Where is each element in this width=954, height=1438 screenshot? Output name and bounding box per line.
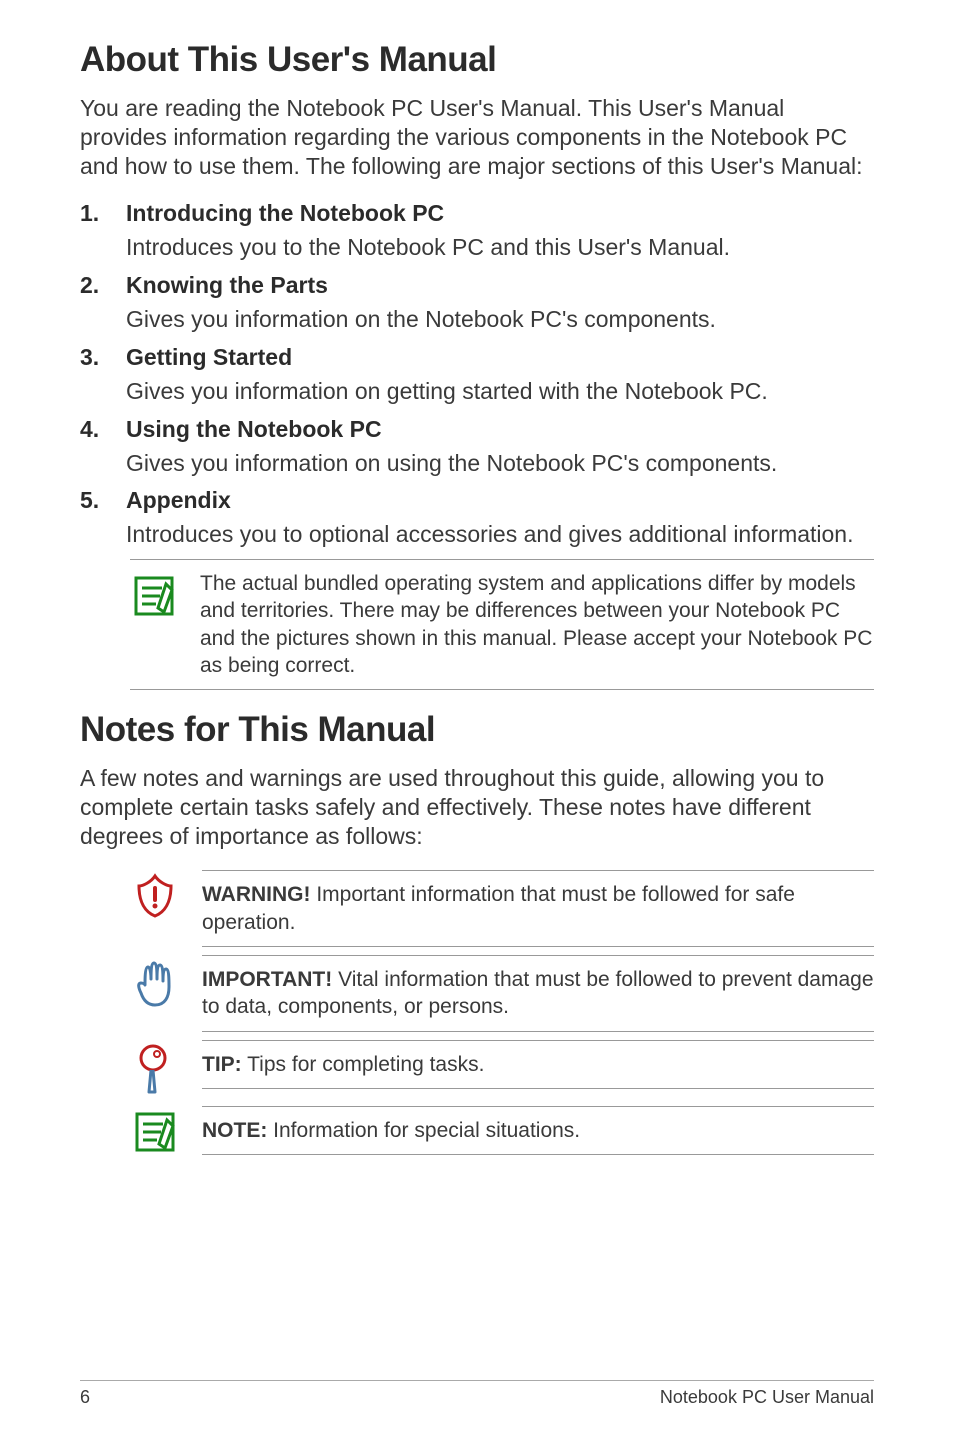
section-desc: Gives you information on the Notebook PC… — [126, 305, 874, 334]
section-desc: Gives you information on using the Noteb… — [126, 449, 874, 478]
important-text: IMPORTANT! Vital information that must b… — [202, 966, 874, 1021]
note-text: NOTE: Information for special situations… — [202, 1117, 874, 1144]
tip-text: TIP: Tips for completing tasks. — [202, 1051, 874, 1078]
section-desc: Introduces you to optional accessories a… — [126, 520, 874, 549]
page-number: 6 — [80, 1387, 90, 1408]
section-title: Appendix — [126, 487, 874, 514]
page-footer: 6 Notebook PC User Manual — [80, 1380, 874, 1408]
hand-icon — [130, 955, 180, 1009]
section-desc: Gives you information on getting started… — [126, 377, 874, 406]
section-num: 2. — [80, 272, 100, 334]
section-item: 3. Getting Started Gives you information… — [80, 344, 874, 406]
section-title: Getting Started — [126, 344, 874, 371]
tip-body: Tips for completing tasks. — [242, 1053, 485, 1076]
bundle-note-text: The actual bundled operating system and … — [200, 570, 874, 679]
section-num: 4. — [80, 416, 100, 478]
section-num: 1. — [80, 200, 100, 262]
about-intro: You are reading the Notebook PC User's M… — [80, 94, 874, 180]
section-item: 1. Introducing the Notebook PC Introduce… — [80, 200, 874, 262]
about-sections-list: 1. Introducing the Notebook PC Introduce… — [80, 200, 874, 549]
note-icon — [130, 1106, 180, 1156]
section-item: 4. Using the Notebook PC Gives you infor… — [80, 416, 874, 478]
doc-title: Notebook PC User Manual — [660, 1387, 874, 1408]
section-item: 5. Appendix Introduces you to optional a… — [80, 487, 874, 549]
tip-row: TIP: Tips for completing tasks. — [130, 1040, 874, 1098]
bundle-note-row: The actual bundled operating system and … — [130, 559, 874, 690]
warning-icon — [130, 870, 180, 920]
section-num: 3. — [80, 344, 100, 406]
important-label: IMPORTANT! — [202, 968, 332, 991]
important-row: IMPORTANT! Vital information that must b… — [130, 955, 874, 1032]
warning-text: WARNING! Important information that must… — [202, 881, 874, 936]
section-num: 5. — [80, 487, 100, 549]
section-title: Knowing the Parts — [126, 272, 874, 299]
note-icon — [130, 570, 178, 620]
magnifier-icon — [130, 1040, 180, 1098]
section-title: Introducing the Notebook PC — [126, 200, 874, 227]
tip-label: TIP: — [202, 1053, 242, 1076]
note-body: Information for special situations. — [267, 1119, 580, 1142]
notes-heading: Notes for This Manual — [80, 710, 874, 750]
section-desc: Introduces you to the Notebook PC and th… — [126, 233, 874, 262]
note-label: NOTE: — [202, 1119, 267, 1142]
section-title: Using the Notebook PC — [126, 416, 874, 443]
warning-row: WARNING! Important information that must… — [130, 870, 874, 947]
section-item: 2. Knowing the Parts Gives you informati… — [80, 272, 874, 334]
note-row: NOTE: Information for special situations… — [130, 1106, 874, 1156]
notes-intro: A few notes and warnings are used throug… — [80, 764, 874, 850]
about-heading: About This User's Manual — [80, 40, 874, 80]
warning-label: WARNING! — [202, 883, 311, 906]
